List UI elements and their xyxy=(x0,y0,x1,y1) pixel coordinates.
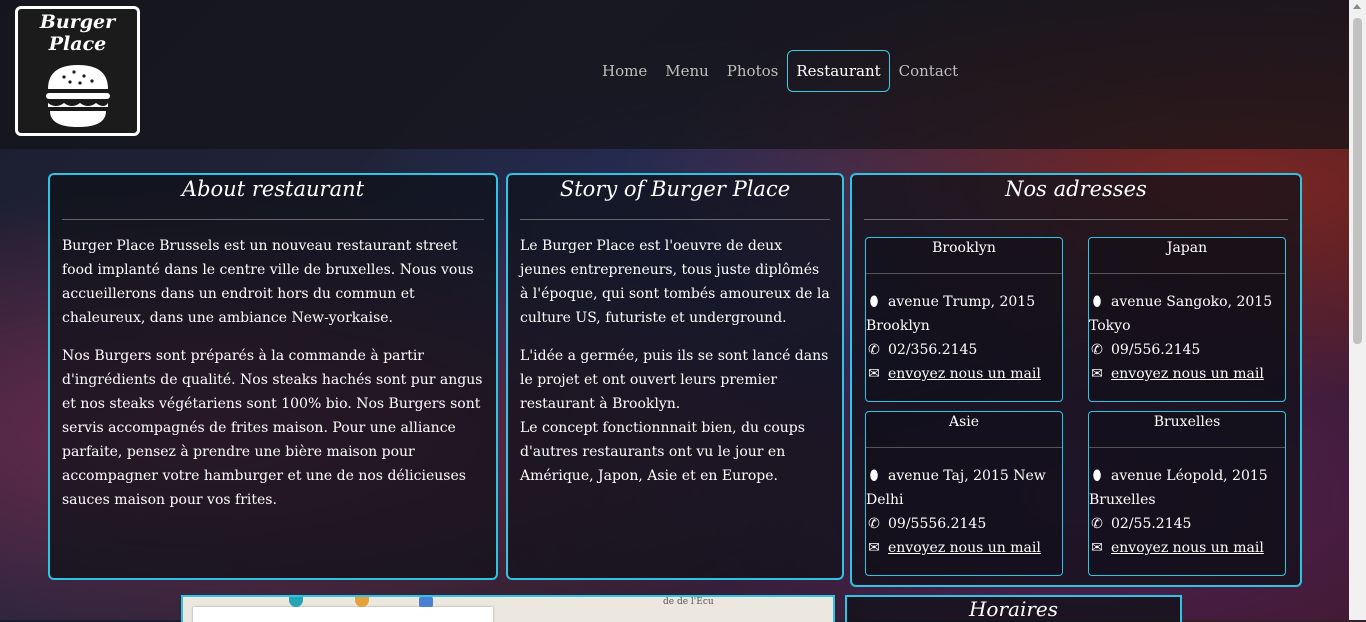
burger-icon xyxy=(46,65,110,127)
addresses-title: Nos adresses xyxy=(1005,177,1147,201)
phone-icon: ✆ xyxy=(1091,342,1103,358)
about-title: About restaurant xyxy=(181,177,365,201)
nav-home[interactable]: Home xyxy=(593,50,656,92)
mail-line: ✉ envoyez nous un mail xyxy=(1089,536,1285,560)
phone-text: 09/5556.2145 xyxy=(888,516,987,532)
phone-line: ✆ 09/556.2145 xyxy=(1089,338,1285,362)
phone-line: ✆ 09/5556.2145 xyxy=(866,512,1062,536)
story-paragraph-1: Le Burger Place est l'oeuvre de deux jeu… xyxy=(520,238,830,326)
divider xyxy=(1089,273,1285,274)
map-road-label: de de l'Ecu xyxy=(663,597,714,607)
map-marker-icon: ⬮ xyxy=(1092,294,1102,310)
address-line: ⬮ avenue Léopold, 2015 Bruxelles xyxy=(1089,464,1285,512)
nav-contact[interactable]: Contact xyxy=(890,50,968,92)
mail-line: ✉ envoyez nous un mail xyxy=(1089,362,1285,386)
logo-title: Burger Place xyxy=(39,11,116,55)
nav-photos[interactable]: Photos xyxy=(718,50,788,92)
address-text: avenue Taj, 2015 New Delhi xyxy=(866,468,1046,508)
about-panel: About restaurant Burger Place Brussels e… xyxy=(48,173,498,580)
logo[interactable]: Burger Place xyxy=(15,6,140,136)
envelope-icon: ✉ xyxy=(868,366,880,382)
phone-text: 02/356.2145 xyxy=(888,342,978,358)
phone-line: ✆ 02/356.2145 xyxy=(866,338,1062,362)
phone-line: ✆ 02/55.2145 xyxy=(1089,512,1285,536)
address-city: Bruxelles xyxy=(1153,414,1221,430)
story-title: Story of Burger Place xyxy=(559,177,791,201)
envelope-icon: ✉ xyxy=(868,540,880,556)
scroll-up-icon[interactable] xyxy=(1353,4,1361,9)
address-text: avenue Léopold, 2015 Bruxelles xyxy=(1089,468,1268,508)
mail-link[interactable]: envoyez nous un mail xyxy=(1111,540,1264,556)
phone-text: 09/556.2145 xyxy=(1111,342,1201,358)
map-embed[interactable]: de de l'Ecu xyxy=(181,595,835,622)
page-scrollbar[interactable] xyxy=(1349,0,1366,620)
address-text: avenue Sangoko, 2015 Tokyo xyxy=(1089,294,1273,334)
scrollbar-thumb[interactable] xyxy=(1353,18,1362,344)
story-paragraph-2a: L'idée a germée, puis ils se sont lancé … xyxy=(520,348,829,412)
envelope-icon: ✉ xyxy=(1091,366,1103,382)
addresses-panel: Nos adresses Brooklyn ⬮ avenue Trump, 201… xyxy=(850,173,1302,587)
story-paragraph-2b: Le concept fonctionnnait bien, du coups … xyxy=(520,420,805,484)
mail-line: ✉ envoyez nous un mail xyxy=(866,536,1062,560)
address-line: ⬮ avenue Trump, 2015 Brooklyn xyxy=(866,290,1062,338)
story-panel: Story of Burger Place Le Burger Place es… xyxy=(506,173,844,580)
nav-menu[interactable]: Menu xyxy=(656,50,718,92)
map-marker-icon: ⬮ xyxy=(1092,468,1102,484)
phone-text: 02/55.2145 xyxy=(1111,516,1192,532)
mail-link[interactable]: envoyez nous un mail xyxy=(888,366,1041,382)
address-card-asie: Asie ⬮ avenue Taj, 2015 New Delhi ✆ 09/555… xyxy=(865,411,1063,576)
map-marker-icon: ⬮ xyxy=(869,294,879,310)
phone-icon: ✆ xyxy=(1091,516,1103,532)
divider xyxy=(1089,447,1285,448)
map-poi-icon xyxy=(355,597,369,607)
about-paragraph-1: Burger Place Brussels est un nouveau res… xyxy=(62,238,474,326)
address-card-brooklyn: Brooklyn ⬮ avenue Trump, 2015 Brooklyn ✆ 0… xyxy=(865,237,1063,402)
header-bar: Burger Place Home Menu Photos Restaurant… xyxy=(0,0,1349,149)
map-marker-icon: ⬮ xyxy=(869,468,879,484)
address-line: ⬮ avenue Taj, 2015 New Delhi xyxy=(866,464,1062,512)
divider xyxy=(62,219,484,220)
hours-panel: Horaires xyxy=(845,595,1182,622)
map-poi-icon xyxy=(289,597,303,607)
mail-link[interactable]: envoyez nous un mail xyxy=(1111,366,1264,382)
mail-link[interactable]: envoyez nous un mail xyxy=(888,540,1041,556)
phone-icon: ✆ xyxy=(868,516,880,532)
mail-line: ✉ envoyez nous un mail xyxy=(866,362,1062,386)
address-city: Brooklyn xyxy=(932,240,996,256)
nav-restaurant[interactable]: Restaurant xyxy=(787,50,890,92)
address-text: avenue Trump, 2015 Brooklyn xyxy=(866,294,1036,334)
main-nav: Home Menu Photos Restaurant Contact xyxy=(593,50,967,92)
address-card-bruxelles: Bruxelles ⬮ avenue Léopold, 2015 Bruxelle… xyxy=(1088,411,1286,576)
address-city: Japan xyxy=(1166,240,1208,256)
divider xyxy=(866,273,1062,274)
phone-icon: ✆ xyxy=(868,342,880,358)
address-city: Asie xyxy=(948,414,980,430)
map-transit-icon xyxy=(419,597,433,607)
divider xyxy=(520,219,830,220)
about-paragraph-2: Nos Burgers sont préparés à la commande … xyxy=(62,348,483,508)
address-line: ⬮ avenue Sangoko, 2015 Tokyo xyxy=(1089,290,1285,338)
envelope-icon: ✉ xyxy=(1091,540,1103,556)
hours-title: Horaires xyxy=(968,597,1059,621)
address-card-japan: Japan ⬮ avenue Sangoko, 2015 Tokyo ✆ 09/55… xyxy=(1088,237,1286,402)
divider xyxy=(866,447,1062,448)
divider xyxy=(864,219,1288,220)
